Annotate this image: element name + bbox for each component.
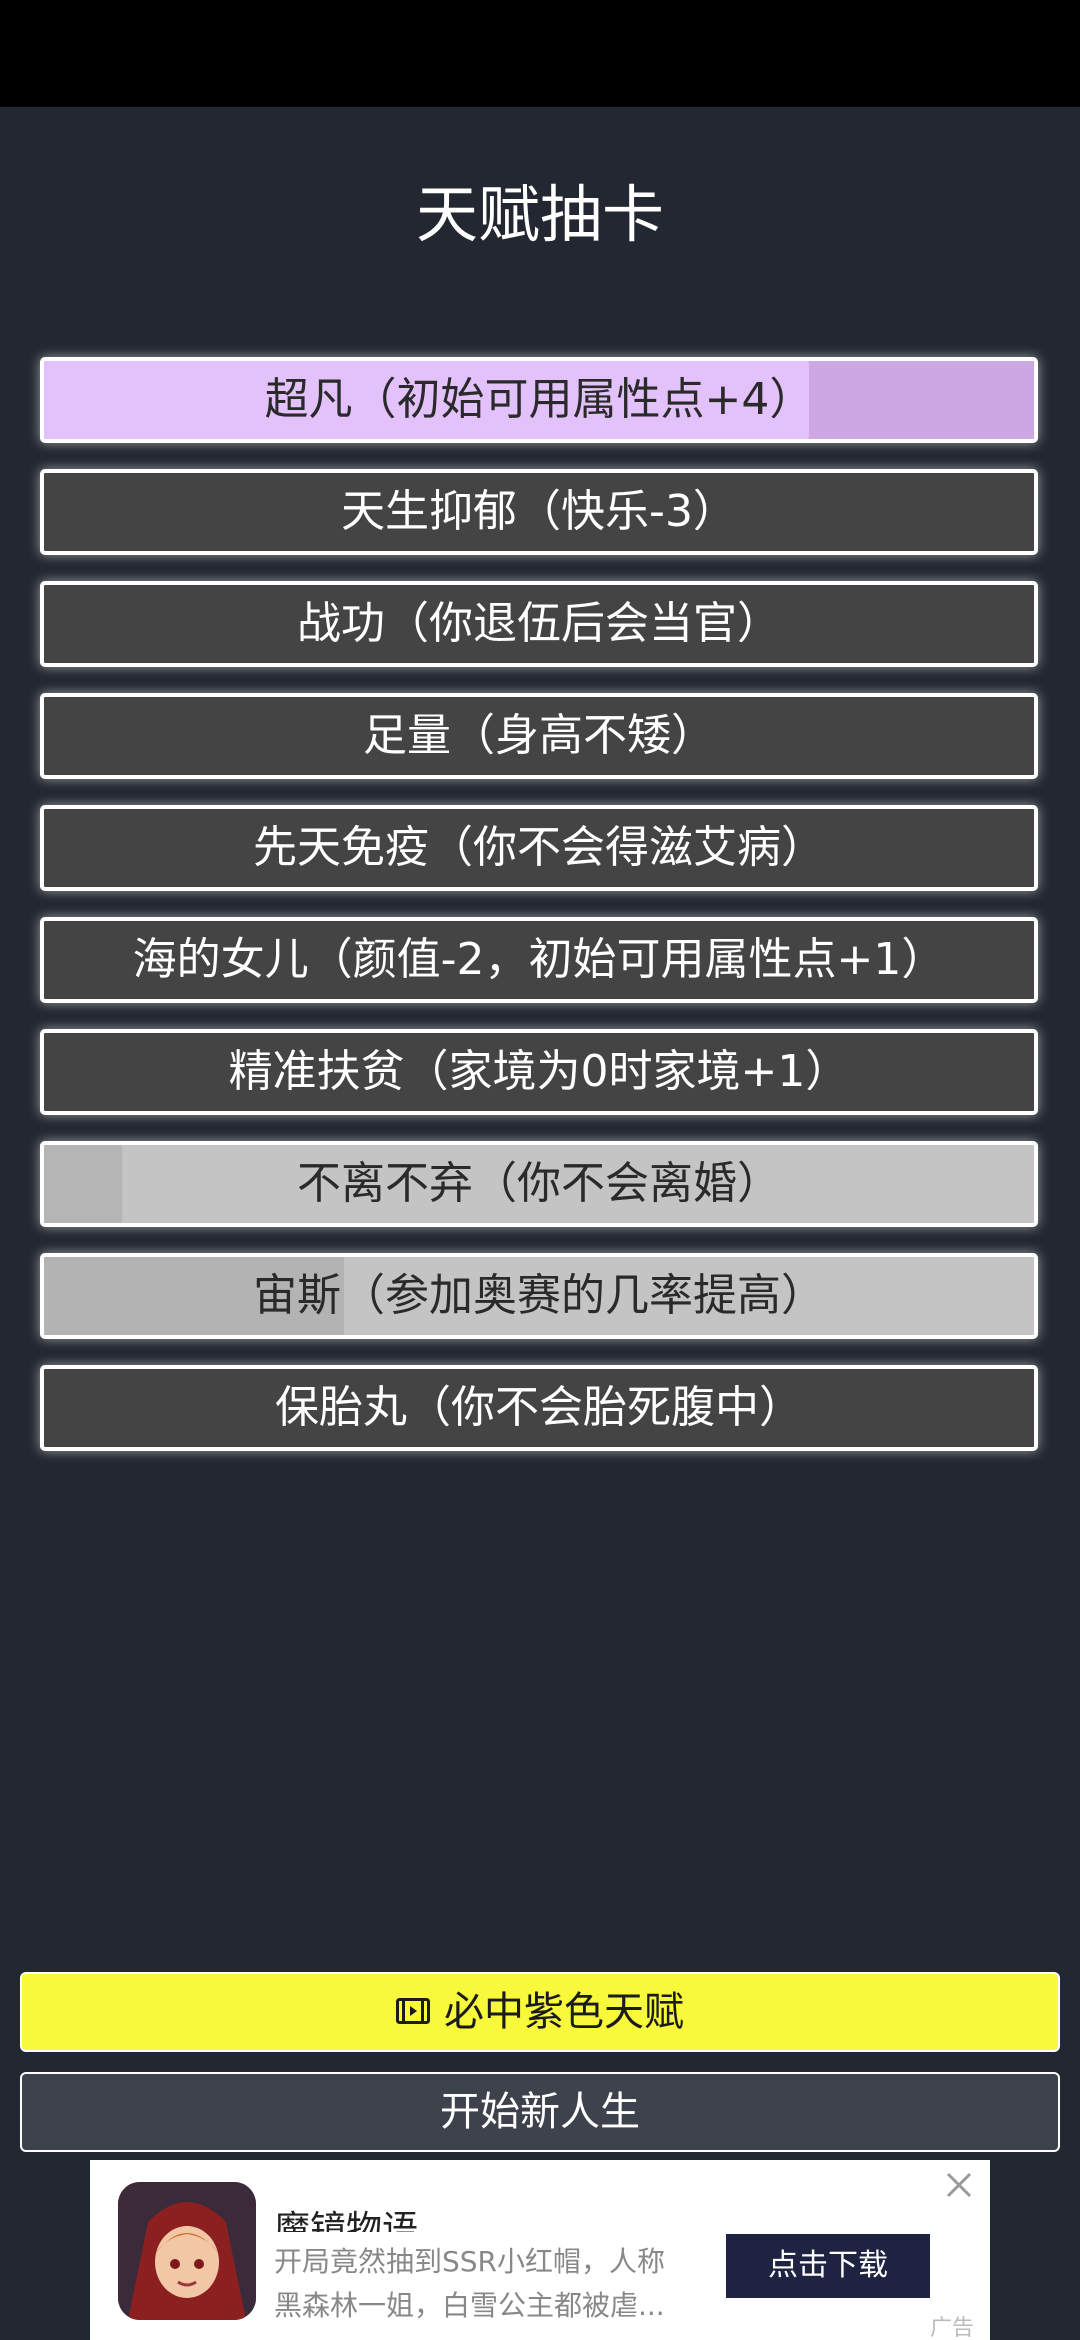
talent-label: 先天免疫（你不会得滋艾病） [253, 822, 825, 873]
talent-card[interactable]: 海的女儿（颜值-2，初始可用属性点+1） [40, 917, 1038, 1003]
talent-card[interactable]: 战功（你退伍后会当官） [40, 581, 1038, 667]
card-shade [44, 1145, 122, 1223]
ad-description: 开局竟然抽到SSR小红帽，人称 黑森林一姐，白雪公主都被虐... [274, 2240, 704, 2328]
talent-card[interactable]: 保胎丸（你不会胎死腹中） [40, 1365, 1038, 1451]
talent-card[interactable]: 宙斯（参加奥赛的几率提高） [40, 1253, 1038, 1339]
ad-desc-line: 开局竟然抽到SSR小红帽，人称 [274, 2245, 666, 2278]
talent-label: 战功（你退伍后会当官） [297, 598, 781, 649]
ad-download-button[interactable]: 点击下载 [726, 2234, 930, 2298]
ad-character-art [118, 2182, 256, 2320]
ad-badge: 广告 [930, 2316, 975, 2340]
close-icon[interactable] [944, 2170, 974, 2200]
status-bar [0, 0, 1080, 107]
ad-desc-line: 黑森林一姐，白雪公主都被虐... [274, 2289, 665, 2322]
video-ad-icon [396, 1998, 430, 2024]
start-new-life-button[interactable]: 开始新人生 [20, 2072, 1060, 2152]
talent-label: 超凡（初始可用属性点+4） [264, 374, 814, 425]
talent-card[interactable]: 足量（身高不矮） [40, 693, 1038, 779]
talent-card[interactable]: 天生抑郁（快乐-3） [40, 469, 1038, 555]
talent-label: 不离不弃（你不会离婚） [297, 1158, 781, 1209]
talent-label: 宙斯（参加奥赛的几率提高） [253, 1270, 825, 1321]
talent-card[interactable]: 先天免疫（你不会得滋艾病） [40, 805, 1038, 891]
page-title: 天赋抽卡 [415, 178, 664, 251]
ad-title: 魔镜物语 [274, 2209, 419, 2232]
talent-label: 天生抑郁（快乐-3） [341, 486, 737, 537]
ad-banner[interactable]: 魔镜物语 开局竟然抽到SSR小红帽，人称 黑森林一姐，白雪公主都被虐... 点击… [90, 2160, 990, 2340]
guaranteed-purple-talent-button[interactable]: 必中紫色天赋 [20, 1972, 1060, 2052]
button-label: 必中紫色天赋 [444, 1989, 684, 2035]
talent-list: 超凡（初始可用属性点+4） 天生抑郁（快乐-3） 战功（你退伍后会当官） 足量（… [40, 357, 1038, 1477]
talent-label: 足量（身高不矮） [363, 710, 715, 761]
button-label: 开始新人生 [440, 2089, 640, 2135]
talent-label: 保胎丸（你不会胎死腹中） [275, 1382, 803, 1433]
card-shade [809, 361, 1034, 439]
talent-card[interactable]: 精准扶贫（家境为0时家境+1） [40, 1029, 1038, 1115]
talent-label: 精准扶贫（家境为0时家境+1） [228, 1046, 850, 1097]
talent-label: 海的女儿（颜值-2，初始可用属性点+1） [132, 934, 946, 985]
talent-card[interactable]: 不离不弃（你不会离婚） [40, 1141, 1038, 1227]
talent-card[interactable]: 超凡（初始可用属性点+4） [40, 357, 1038, 443]
ad-app-icon [118, 2182, 256, 2320]
